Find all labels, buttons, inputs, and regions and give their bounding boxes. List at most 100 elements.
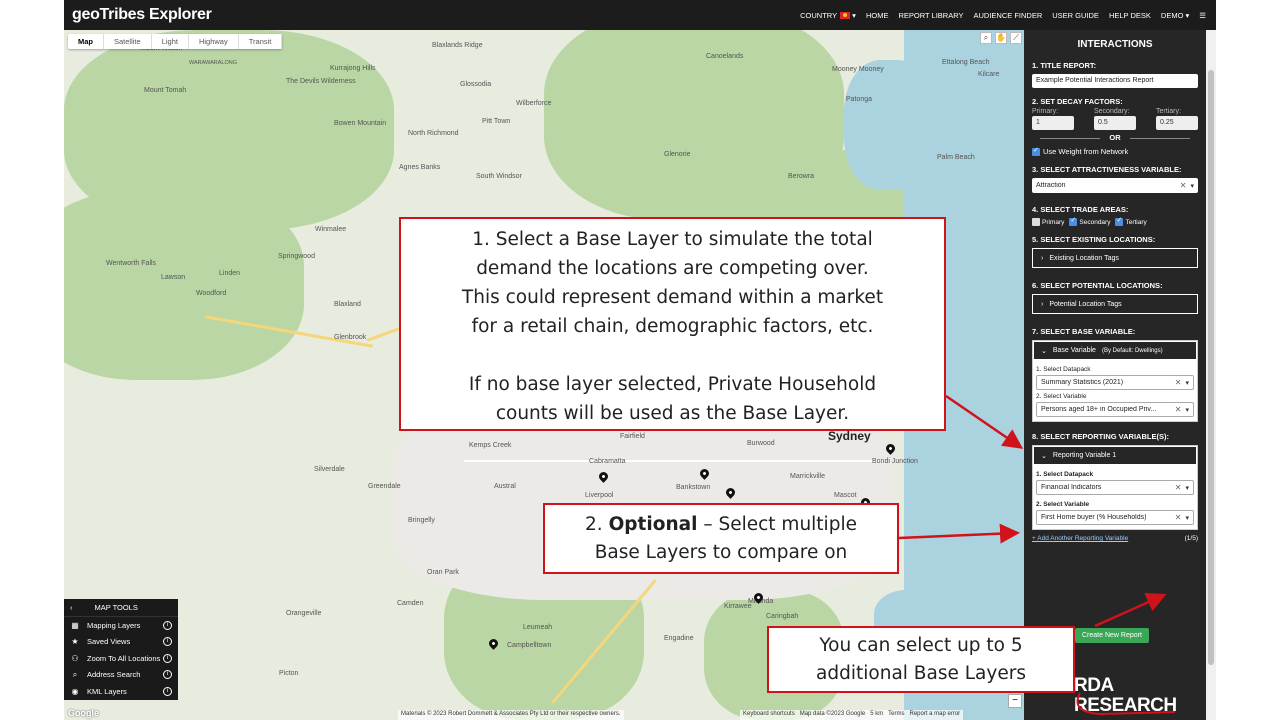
nav-audience-finder[interactable]: AUDIENCE FINDER [973, 11, 1042, 20]
tab-transit[interactable]: Transit [239, 34, 283, 49]
scrollbar-thumb[interactable] [1208, 70, 1214, 665]
trade-secondary-checkbox[interactable]: Secondary [1069, 216, 1110, 226]
search-icon[interactable]: ⌕ [980, 32, 992, 44]
nav-user-guide[interactable]: USER GUIDE [1052, 11, 1099, 20]
info-icon[interactable]: i [163, 653, 172, 663]
map-label: Camden [397, 600, 424, 607]
zoom-out-button[interactable]: − [1008, 694, 1022, 708]
map-label: Burwood [747, 440, 775, 447]
info-icon[interactable]: i [163, 637, 172, 647]
map-label: Orangeville [286, 610, 322, 617]
reporting-datapack-select[interactable]: Financial Indicators ✕ ▾ [1036, 480, 1194, 495]
nav-help-desk[interactable]: HELP DESK [1109, 11, 1151, 20]
map-label: North Richmond [408, 130, 459, 137]
tool-zoom-all[interactable]: ⚇ Zoom To All Locations i [64, 650, 178, 667]
map-label: Berowra [788, 173, 815, 180]
map-label: Ettalong Beach [942, 59, 990, 66]
map-icon: ▦ [71, 620, 79, 630]
chevron-down-icon: ▾ [1185, 379, 1189, 387]
add-reporting-variable-link[interactable]: + Add Another Reporting Variable [1032, 535, 1128, 542]
base-datapack-select[interactable]: Summary Statistics (2021) ✕ ▾ [1036, 375, 1194, 390]
map-label: Palm Beach [937, 154, 975, 161]
map-label: Bowen Mountain [334, 120, 387, 127]
rda-research-logo: RDA RESEARCH [1074, 675, 1177, 716]
chevron-down-icon: ⌄ [1041, 452, 1047, 460]
base-variable-header[interactable]: ⌄ Base Variable (By Default: Dwellings) [1033, 341, 1197, 360]
section-trade-areas: 4. SELECT TRADE AREAS: [1032, 205, 1129, 214]
map-label: The Devils Wilderness [286, 78, 356, 85]
map-label: Kurrajong Hills [330, 65, 376, 72]
map-label: Mascot [834, 492, 857, 499]
info-icon[interactable]: i [163, 620, 172, 630]
trade-primary-checkbox[interactable]: Primary [1032, 218, 1064, 226]
tool-mapping-layers[interactable]: ▦ Mapping Layers i [64, 617, 178, 634]
decay-factors: Primary: 1 Secondary: 0.5 Tertiary: 0.25 [1032, 108, 1198, 130]
tool-address-search[interactable]: ⌕ Address Search i [64, 667, 178, 684]
tab-map[interactable]: Map [68, 34, 104, 49]
tool-kml-layers[interactable]: ◉ KML Layers i [64, 683, 178, 700]
clear-icon[interactable]: ✕ [1175, 405, 1182, 414]
hamburger-menu-icon[interactable]: ☰ [1199, 11, 1206, 20]
tab-light[interactable]: Light [152, 34, 189, 49]
chevron-down-icon: ▾ [1185, 484, 1189, 492]
section-reporting: 8. SELECT REPORTING VARIABLE(S): [1032, 432, 1169, 441]
map-tools-header[interactable]: ‹ MAP TOOLS [64, 599, 178, 617]
tool-saved-views[interactable]: ★ Saved Views i [64, 634, 178, 651]
map-label: Picton [279, 670, 299, 677]
tab-highway[interactable]: Highway [189, 34, 239, 49]
binoculars-icon: ⚇ [71, 653, 79, 663]
chevron-down-icon: ▾ [1185, 406, 1189, 414]
line-icon[interactable]: ⟋ [1010, 32, 1022, 44]
map-label: Wentworth Falls [106, 260, 157, 267]
clear-icon[interactable]: ✕ [1180, 181, 1187, 190]
nav-demo[interactable]: DEMO ▾ [1161, 11, 1189, 20]
chevron-left-icon[interactable]: ‹ [70, 603, 73, 612]
callout-optional: 2. Optional – Select multiple Base Layer… [543, 503, 899, 574]
map-label: South Windsor [476, 173, 522, 180]
scale-bar: 5 km [870, 711, 884, 717]
nav-country[interactable]: COUNTRY ▾ [800, 11, 856, 20]
clear-icon[interactable]: ✕ [1175, 513, 1182, 522]
base-variable-select[interactable]: Persons aged 18+ in Occupied Priv... ✕ ▾ [1036, 402, 1194, 417]
nav-report-library[interactable]: REPORT LIBRARY [898, 11, 963, 20]
trade-tertiary-checkbox[interactable]: Tertiary [1115, 216, 1147, 226]
section-title-report: 1. TITLE REPORT: [1032, 61, 1097, 70]
terms-link[interactable]: Terms [888, 711, 904, 717]
panel-scrollbar[interactable] [1206, 30, 1216, 720]
tertiary-decay-input[interactable]: 0.25 [1156, 116, 1198, 130]
reporting-count: (1/5) [1184, 535, 1198, 542]
map-label: Austral [494, 483, 516, 490]
info-icon[interactable]: i [163, 670, 172, 680]
hand-icon[interactable]: ✋ [995, 32, 1007, 44]
map-label: Liverpool [585, 492, 614, 499]
reporting-variable-header[interactable]: ⌄ Reporting Variable 1 [1033, 446, 1197, 465]
map-label: Fairfield [620, 433, 645, 440]
clear-icon[interactable]: ✕ [1175, 378, 1182, 387]
search-icon: ⌕ [72, 669, 78, 679]
report-error-link[interactable]: Report a map error [909, 711, 960, 717]
tab-satellite[interactable]: Satellite [104, 34, 152, 49]
section-existing: 5. SELECT EXISTING LOCATIONS: [1032, 235, 1156, 244]
create-report-button[interactable]: Create New Report [1075, 628, 1149, 643]
potential-locations-accordion[interactable]: › Potential Location Tags [1032, 294, 1198, 314]
existing-locations-accordion[interactable]: › Existing Location Tags [1032, 248, 1198, 268]
secondary-decay-input[interactable]: 0.5 [1094, 116, 1136, 130]
add-reporting-row: + Add Another Reporting Variable (1/5) [1032, 535, 1198, 542]
reporting-variable-select[interactable]: First Home buyer (% Households) ✕ ▾ [1036, 510, 1194, 525]
nav-home[interactable]: HOME [866, 11, 889, 20]
clear-icon[interactable]: ✕ [1175, 483, 1182, 492]
map-label: Blaxland [334, 301, 361, 308]
map-label: Kirrawee [724, 603, 752, 610]
map-label: Bondi Junction [872, 458, 918, 465]
map-label: WARAWARALONG [189, 60, 237, 66]
app-title: geoTribes Explorer [72, 6, 212, 23]
map-label: Linden [219, 270, 241, 277]
use-weight-checkbox[interactable]: Use Weight from Network [1032, 146, 1198, 156]
keyboard-shortcuts-link[interactable]: Keyboard shortcuts [743, 711, 795, 717]
info-icon[interactable]: i [163, 686, 172, 696]
primary-decay-input[interactable]: 1 [1032, 116, 1074, 130]
attractiveness-select[interactable]: Attraction ✕ ▾ [1032, 178, 1198, 193]
trade-area-checkboxes: Primary Secondary Tertiary [1032, 216, 1198, 226]
report-title-input[interactable]: Example Potential Interactions Report [1032, 74, 1198, 88]
or-divider: OR [1032, 133, 1198, 142]
